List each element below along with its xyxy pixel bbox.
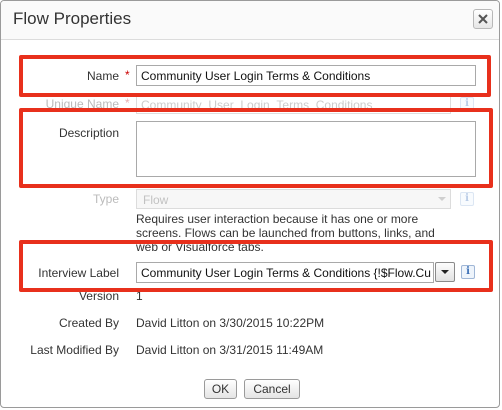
version-label: Version [78,289,119,303]
unique-name-info-icon[interactable]: i [460,97,474,111]
type-hint: Requires user interaction because it has… [136,212,435,254]
description-label: Description [58,126,119,140]
type-selected-value: Flow [143,193,169,207]
interview-label-field[interactable]: Community User Login Terms & Conditions … [136,262,434,283]
type-select[interactable]: Flow [136,189,451,209]
last-modified-by-value: David Litton on 3/31/2015 11:49AM [136,343,324,357]
type-label: Type [92,192,119,206]
interview-label-dropdown-button[interactable] [435,262,455,282]
unique-name-required-mark: * [125,96,130,110]
ok-button[interactable]: OK [204,379,237,399]
created-by-value: David Litton on 3/30/2015 10:22PM [136,316,325,330]
flow-properties-dialog: Flow Properties Name * Community User Lo… [0,0,500,408]
description-field[interactable] [136,121,476,177]
last-modified-by-label: Last Modified By [30,343,119,357]
version-value: 1 [136,289,143,303]
dialog-title: Flow Properties [13,9,132,28]
type-info-icon[interactable]: i [460,192,474,206]
chevron-down-icon [438,197,446,201]
interview-label-label: Interview Label [38,266,119,280]
close-button[interactable] [473,9,493,29]
dialog-title-bar: Flow Properties [1,1,499,40]
unique-name-field[interactable]: Community_User_Login_Terms_Conditions [136,94,451,114]
cancel-button[interactable]: Cancel [244,379,300,399]
interview-label-info-icon[interactable]: i [461,265,475,279]
close-icon [478,14,488,24]
chevron-down-icon [441,270,449,274]
name-label: Name [86,69,119,83]
created-by-label: Created By [58,316,119,330]
name-required-mark: * [125,68,130,82]
name-field[interactable]: Community User Login Terms & Conditions [136,65,476,86]
unique-name-label: Unique Name [45,97,119,111]
